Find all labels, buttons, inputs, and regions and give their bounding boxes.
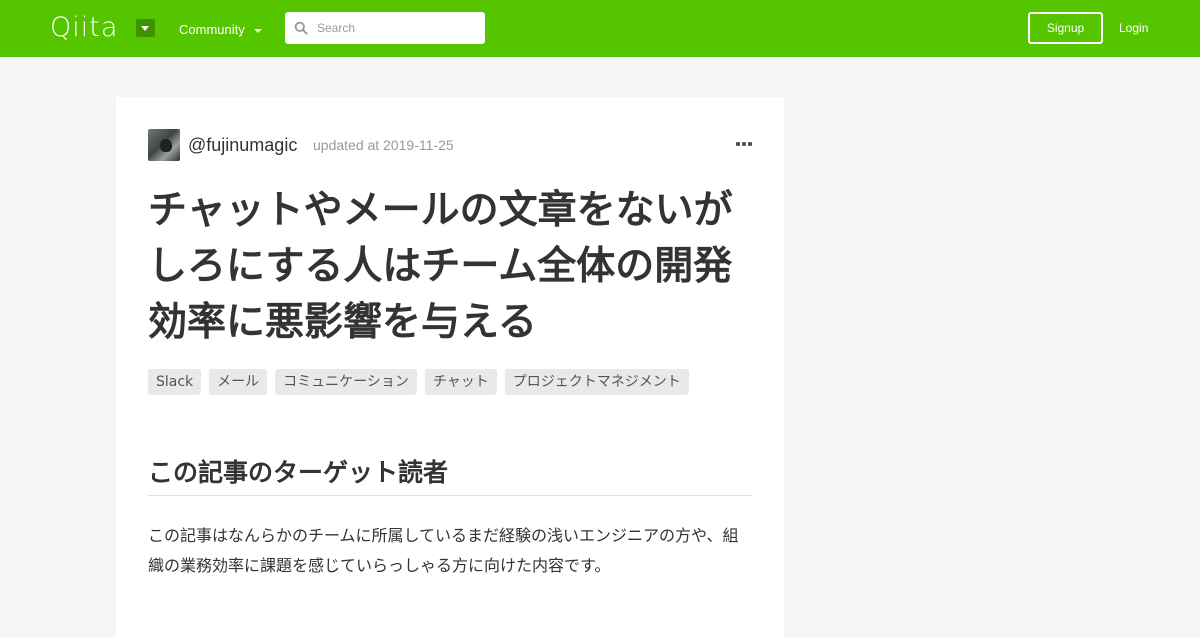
article-title: チャットやメールの文章をないがしろにする人はチーム全体の開発効率に悪影響を与える: [148, 188, 733, 345]
tag-project-management[interactable]: プロジェクトマネジメント: [504, 369, 689, 395]
tag-mail[interactable]: メール: [209, 369, 268, 395]
chevron-down-icon: [253, 28, 262, 33]
tag-slack[interactable]: Slack: [148, 369, 202, 395]
global-header: Qiita Community Signup Login: [0, 0, 1200, 57]
tag-chat[interactable]: チャット: [424, 369, 497, 395]
author-name[interactable]: @fujinumagic: [188, 134, 297, 156]
tag-list: Slack メール コミュニケーション チャット プロジェクトマネジメント: [148, 369, 689, 395]
tag-communication[interactable]: コミュニケーション: [275, 369, 417, 395]
logo-dropdown-toggle-icon[interactable]: [136, 19, 155, 37]
article-card: @fujinumagic updated at 2019-11-25 チャットや…: [116, 97, 784, 637]
qiita-logo[interactable]: Qiita: [50, 12, 118, 44]
article-paragraph: この記事はなんらかのチームに所属しているまだ経験の浅いエンジニアの方や、組織の業…: [148, 526, 739, 575]
search-input[interactable]: [317, 12, 477, 44]
avatar[interactable]: [148, 129, 180, 161]
updated-date: updated at 2019-11-25: [313, 137, 454, 153]
community-label: Community: [179, 22, 245, 37]
search-icon: [294, 21, 308, 35]
signup-button[interactable]: Signup: [1028, 12, 1103, 44]
search-box[interactable]: [285, 12, 485, 44]
login-link[interactable]: Login: [1119, 12, 1148, 44]
more-options-icon[interactable]: [736, 142, 752, 148]
community-menu[interactable]: Community: [179, 21, 262, 39]
section-heading: この記事のターゲット読者: [148, 453, 752, 496]
